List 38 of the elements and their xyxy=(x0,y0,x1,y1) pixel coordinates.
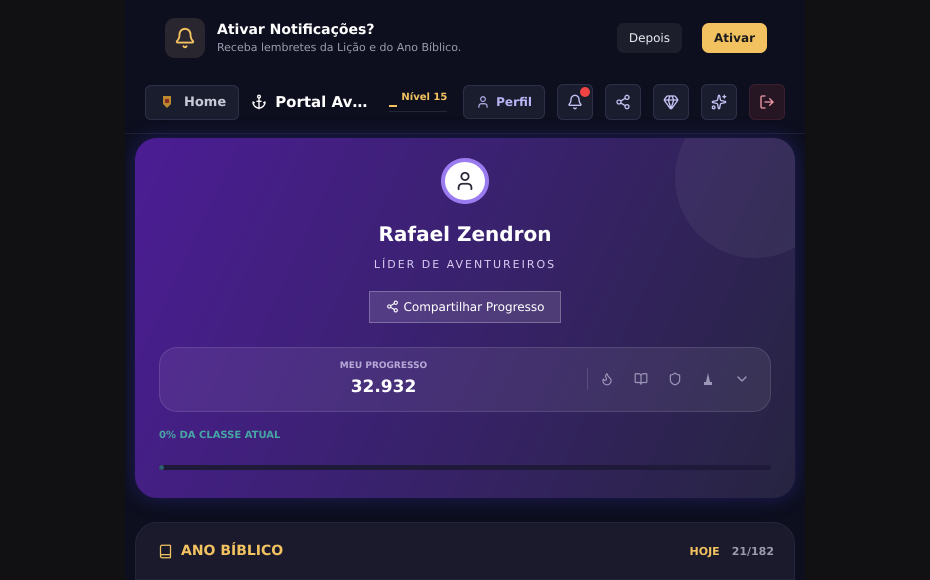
sparkles-icon xyxy=(711,94,727,110)
emblem-icon xyxy=(162,95,172,110)
home-button[interactable]: Home xyxy=(145,84,240,120)
level-label: Nível 15 xyxy=(401,92,448,104)
tower-icon xyxy=(702,372,714,386)
avatar-icon xyxy=(441,158,489,204)
reading-count: 21/182 xyxy=(732,544,774,558)
class-progress-label: 0% DA CLASSE ATUAL xyxy=(159,430,280,442)
user-icon xyxy=(476,95,490,110)
sparkles-button[interactable] xyxy=(701,84,737,120)
user-name: Rafael Zendron xyxy=(378,222,552,246)
progress-label: MEU PROGRESSO xyxy=(340,361,428,372)
notifications-button[interactable] xyxy=(557,84,593,120)
anchor-icon xyxy=(251,94,268,110)
later-button[interactable]: Depois xyxy=(616,22,682,53)
gem-icon xyxy=(663,94,679,110)
portal-title: Portal Av… xyxy=(275,93,368,112)
bible-year-title: ANO BÍBLICO xyxy=(181,543,284,559)
share-icon xyxy=(615,94,631,110)
logout-icon xyxy=(759,94,775,110)
book-icon xyxy=(158,544,173,558)
flame-icon xyxy=(600,372,614,386)
bell-icon xyxy=(567,94,583,110)
gem-button[interactable] xyxy=(653,84,689,120)
user-role: LÍDER DE AVENTUREIROS xyxy=(374,258,556,271)
bell-icon xyxy=(165,18,205,58)
profile-button[interactable]: Perfil xyxy=(463,85,545,120)
enable-button[interactable]: Ativar xyxy=(702,22,767,53)
today-label: HOJE xyxy=(690,544,720,558)
progress-points: 32.932 xyxy=(350,377,416,398)
book-icon xyxy=(634,372,648,386)
banner-title: Ativar Notificações? xyxy=(217,22,376,38)
share-icon xyxy=(386,300,399,314)
share-progress-button[interactable]: Compartilhar Progresso xyxy=(368,290,562,323)
share-button[interactable] xyxy=(605,84,641,120)
logout-button[interactable] xyxy=(749,84,785,120)
banner-message: Receba lembretes da Lição e do Ano Bíblico. xyxy=(217,40,462,54)
shield-icon xyxy=(668,372,682,386)
